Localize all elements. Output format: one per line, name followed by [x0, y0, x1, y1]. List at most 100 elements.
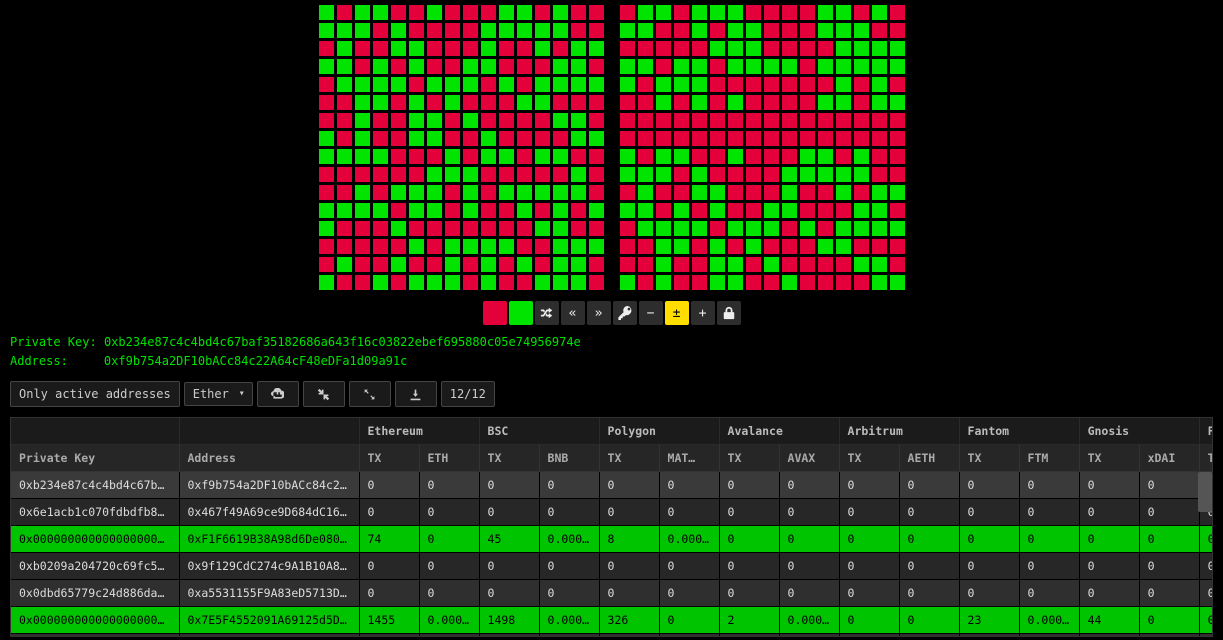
bit-cell[interactable]: [673, 166, 690, 183]
bit-cell[interactable]: [354, 202, 371, 219]
bit-cell[interactable]: [637, 40, 654, 57]
bit-cell[interactable]: [480, 94, 497, 111]
bit-cell[interactable]: [336, 184, 353, 201]
plus-minus-button[interactable]: ±: [665, 301, 689, 325]
bit-cell[interactable]: [673, 148, 690, 165]
bit-cell[interactable]: [588, 112, 605, 129]
bit-cell[interactable]: [817, 40, 834, 57]
bit-cell[interactable]: [817, 76, 834, 93]
bit-cell[interactable]: [318, 274, 335, 291]
bit-cell[interactable]: [709, 112, 726, 129]
bit-cell[interactable]: [709, 22, 726, 39]
bit-cell[interactable]: [426, 40, 443, 57]
bit-cell[interactable]: [336, 220, 353, 237]
bit-cell[interactable]: [745, 130, 762, 147]
bit-cell[interactable]: [588, 94, 605, 111]
bit-cell[interactable]: [570, 238, 587, 255]
bit-cell[interactable]: [462, 166, 479, 183]
bit-cell[interactable]: [853, 130, 870, 147]
bit-cell[interactable]: [853, 184, 870, 201]
bit-cell[interactable]: [444, 274, 461, 291]
column-header[interactable]: ETH: [419, 445, 479, 472]
bit-cell[interactable]: [372, 202, 389, 219]
bit-cell[interactable]: [799, 112, 816, 129]
bit-cell[interactable]: [673, 184, 690, 201]
bit-cell[interactable]: [889, 130, 906, 147]
bit-cell[interactable]: [354, 130, 371, 147]
bit-cell[interactable]: [781, 256, 798, 273]
bit-cell[interactable]: [462, 274, 479, 291]
bit-cell[interactable]: [637, 274, 654, 291]
bit-cell[interactable]: [691, 94, 708, 111]
bit-cell[interactable]: [871, 130, 888, 147]
bit-cell[interactable]: [799, 76, 816, 93]
bit-cell[interactable]: [318, 184, 335, 201]
upload-button[interactable]: [257, 381, 299, 407]
bit-cell[interactable]: [619, 184, 636, 201]
bit-cell[interactable]: [552, 202, 569, 219]
bit-cell[interactable]: [354, 76, 371, 93]
bit-cell[interactable]: [390, 202, 407, 219]
bit-cell[interactable]: [727, 148, 744, 165]
key-button[interactable]: [613, 301, 637, 325]
bit-cell[interactable]: [889, 220, 906, 237]
bit-cell[interactable]: [588, 238, 605, 255]
bit-cell[interactable]: [462, 4, 479, 21]
bit-cell[interactable]: [498, 4, 515, 21]
bit-cell[interactable]: [871, 76, 888, 93]
bit-cell[interactable]: [444, 4, 461, 21]
bit-cell[interactable]: [480, 274, 497, 291]
bit-cell[interactable]: [619, 220, 636, 237]
bit-cell[interactable]: [655, 166, 672, 183]
bit-cell[interactable]: [552, 256, 569, 273]
bit-cell[interactable]: [498, 202, 515, 219]
bit-cell[interactable]: [480, 220, 497, 237]
bit-cell[interactable]: [516, 22, 533, 39]
bit-cell[interactable]: [799, 184, 816, 201]
table-row[interactable]: 0xb0209a204720c69fc541b80…0x9f129CdC274c…: [11, 553, 1213, 580]
bit-cell[interactable]: [498, 274, 515, 291]
bit-cell[interactable]: [372, 40, 389, 57]
bit-cell[interactable]: [889, 202, 906, 219]
bit-cell[interactable]: [871, 238, 888, 255]
bit-cell[interactable]: [835, 76, 852, 93]
bit-cell[interactable]: [354, 274, 371, 291]
bit-cell[interactable]: [709, 274, 726, 291]
bit-cell[interactable]: [588, 166, 605, 183]
bit-cell[interactable]: [727, 184, 744, 201]
bit-cell[interactable]: [534, 184, 551, 201]
table-row[interactable]: 0x0460699a379276c825beaca…0xDf3D49057443…: [11, 634, 1213, 638]
bit-cell[interactable]: [354, 22, 371, 39]
bit-cell[interactable]: [709, 130, 726, 147]
bit-cell[interactable]: [799, 94, 816, 111]
bit-cell[interactable]: [781, 58, 798, 75]
bit-cell[interactable]: [871, 256, 888, 273]
bit-cell[interactable]: [570, 148, 587, 165]
bit-cell[interactable]: [480, 76, 497, 93]
bit-cell[interactable]: [444, 166, 461, 183]
bit-cell[interactable]: [709, 256, 726, 273]
bit-cell[interactable]: [408, 112, 425, 129]
bit-cell[interactable]: [727, 112, 744, 129]
bit-cell[interactable]: [619, 112, 636, 129]
bit-cell[interactable]: [462, 76, 479, 93]
bit-cell[interactable]: [781, 238, 798, 255]
bit-cell[interactable]: [498, 112, 515, 129]
bit-cell[interactable]: [408, 238, 425, 255]
bit-cell[interactable]: [691, 202, 708, 219]
bit-cell[interactable]: [691, 112, 708, 129]
expand-button[interactable]: [349, 381, 391, 407]
bit-cell[interactable]: [408, 94, 425, 111]
bit-cell[interactable]: [655, 4, 672, 21]
bit-cell[interactable]: [516, 256, 533, 273]
bit-cell[interactable]: [444, 94, 461, 111]
bit-cell[interactable]: [390, 148, 407, 165]
bit-cell[interactable]: [853, 220, 870, 237]
bit-cell[interactable]: [408, 58, 425, 75]
bit-cell[interactable]: [781, 166, 798, 183]
bit-cell[interactable]: [372, 256, 389, 273]
bit-cell[interactable]: [763, 220, 780, 237]
bit-cell[interactable]: [781, 94, 798, 111]
first-button[interactable]: «: [561, 301, 585, 325]
bit-cell[interactable]: [799, 4, 816, 21]
